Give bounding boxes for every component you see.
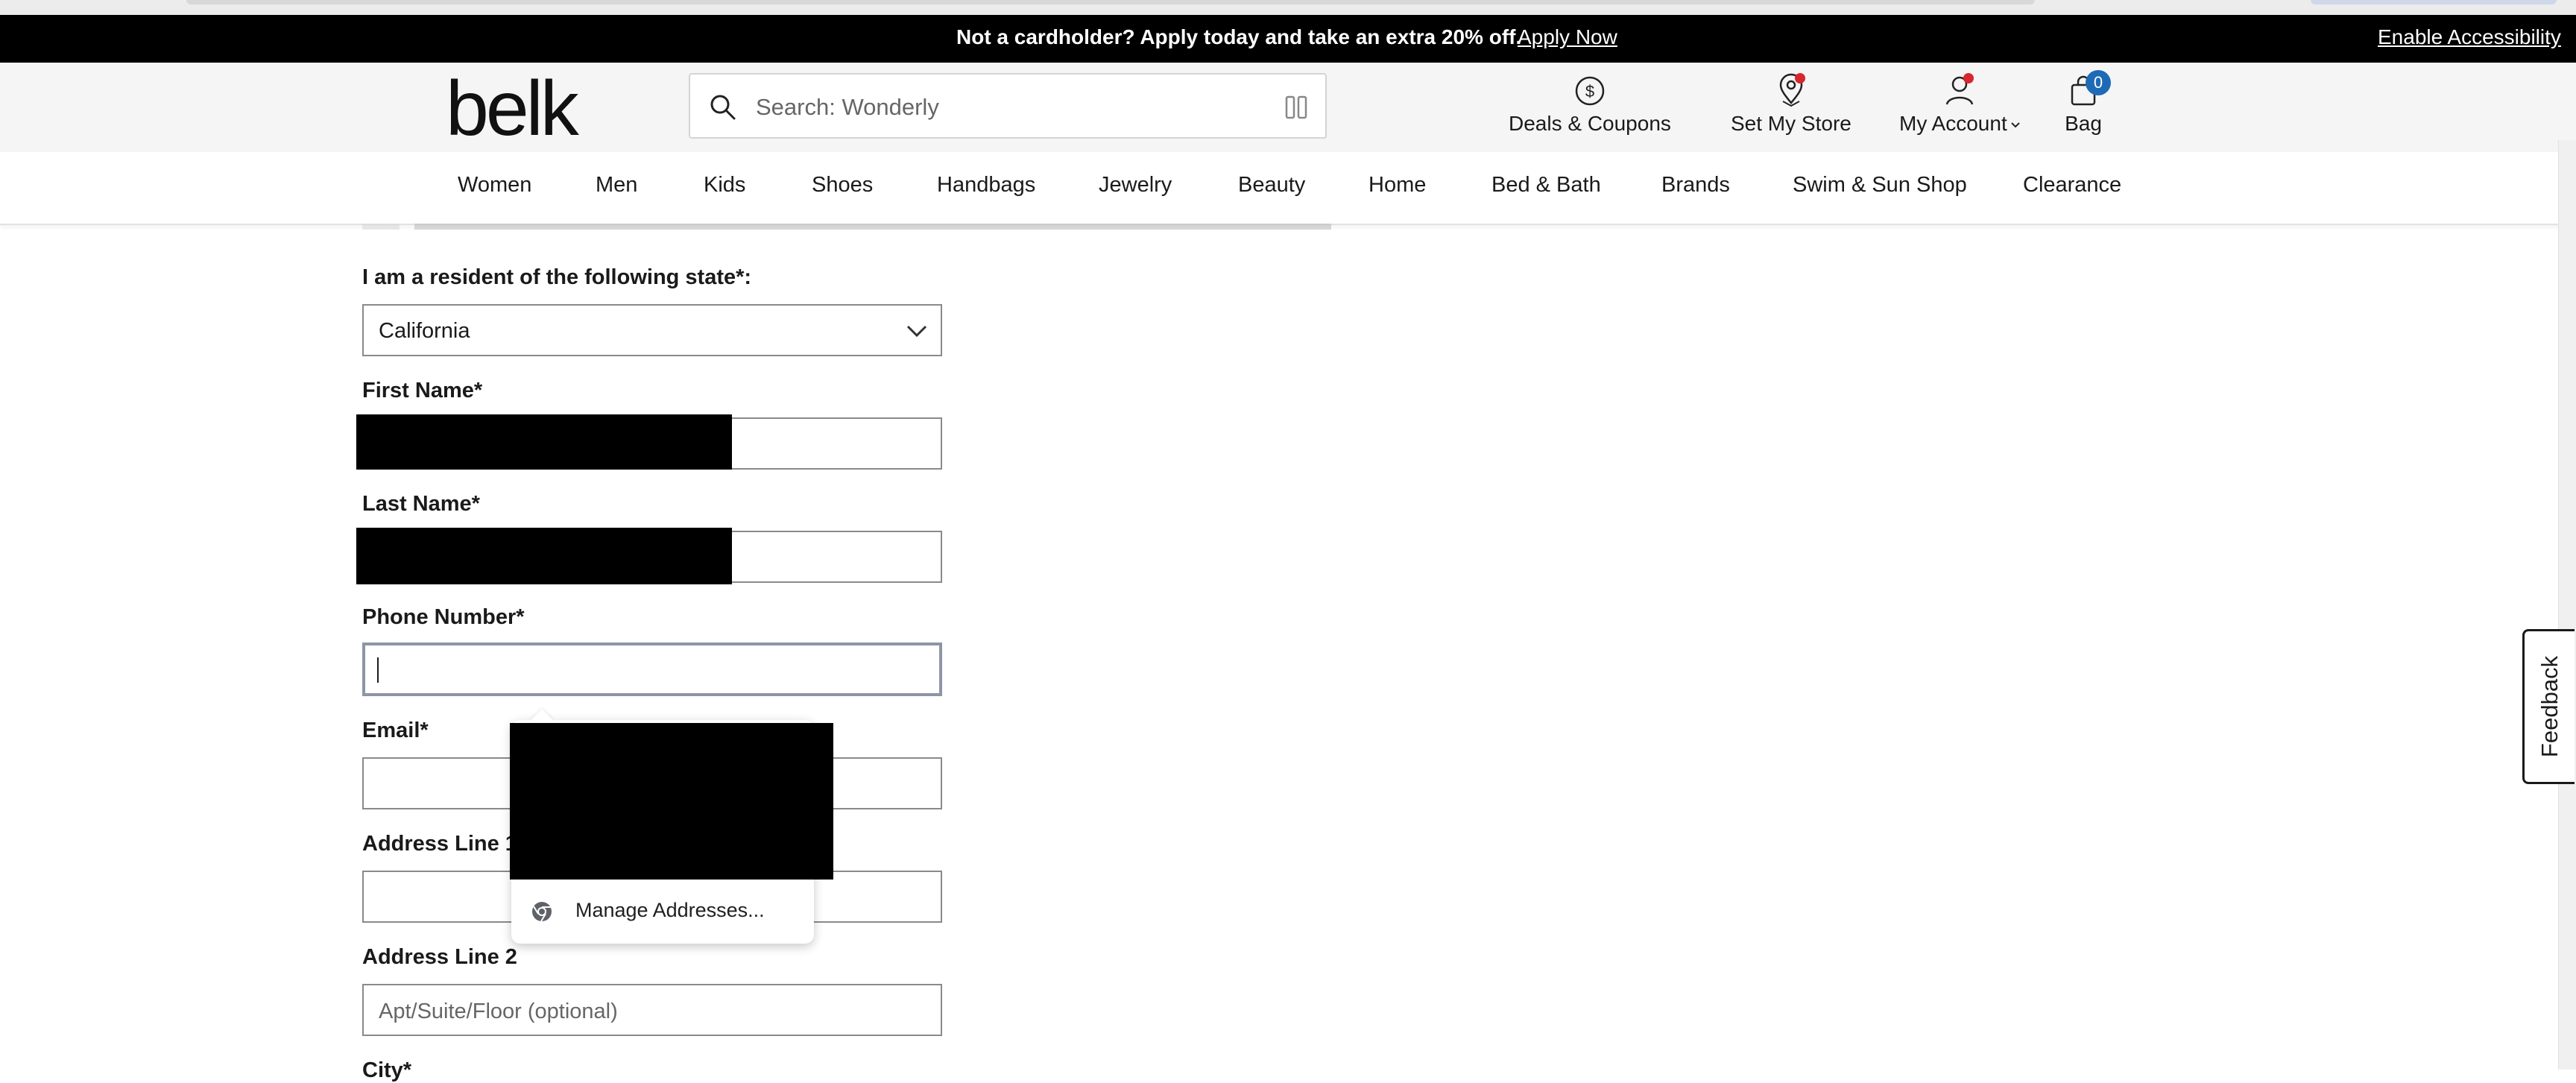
state-label: I am a resident of the following state*: (362, 265, 752, 289)
set-my-store-link[interactable]: Set My Store (1731, 73, 1852, 136)
nav-swim-sun-shop[interactable]: Swim & Sun Shop (1793, 173, 1967, 198)
feedback-label: Feedback (2536, 655, 2563, 758)
text-caret (377, 657, 379, 683)
barcode-scan-icon[interactable] (1284, 94, 1310, 121)
first-name-label: First Name* (362, 379, 483, 402)
store-label: Set My Store (1731, 112, 1852, 135)
dollar-coin-icon: $ (1575, 76, 1605, 106)
store-notification-dot (1794, 73, 1805, 83)
svg-text:$: $ (1585, 82, 1594, 101)
address-line-2-field[interactable] (362, 984, 942, 1036)
browser-button-remnant (2311, 0, 2557, 4)
feedback-tab[interactable]: Feedback (2522, 629, 2575, 784)
last-name-label: Last Name* (362, 492, 480, 516)
search-icon[interactable] (708, 92, 738, 122)
bag-label: Bag (2065, 112, 2102, 135)
chevron-down-icon (2011, 121, 2020, 128)
phone-label: Phone Number* (362, 605, 525, 629)
nav-kids[interactable]: Kids (704, 173, 745, 198)
nav-beauty[interactable]: Beauty (1238, 173, 1305, 198)
phone-number-input[interactable] (383, 653, 908, 690)
nav-bed-bath[interactable]: Bed & Bath (1491, 173, 1601, 198)
account-label: My Account (1899, 112, 2007, 135)
address2-label: Address Line 2 (362, 945, 517, 969)
cut-off-consent-text (362, 224, 1331, 230)
manage-addresses-label: Manage Addresses... (575, 899, 765, 921)
search-bar[interactable] (689, 73, 1327, 139)
nav-home[interactable]: Home (1368, 173, 1426, 198)
nav-brands[interactable]: Brands (1661, 173, 1730, 198)
address-line-2-input[interactable] (377, 993, 902, 1030)
apply-now-link[interactable]: Apply Now (1518, 25, 1617, 49)
bag-count-badge: 0 (2086, 70, 2111, 95)
chrome-icon (532, 902, 552, 922)
site-header: belk $ Deals & Coupons (0, 63, 2576, 152)
address1-label: Address Line 1* (362, 832, 526, 856)
autofill-suggestion-popup: Manage Addresses... (510, 709, 833, 944)
nav-shoes[interactable]: Shoes (812, 173, 873, 198)
state-select-value: California (379, 319, 470, 343)
nav-men[interactable]: Men (596, 173, 637, 198)
page-scrollbar[interactable] (2558, 140, 2576, 1070)
chevron-down-icon (906, 325, 927, 338)
promo-bar: Not a cardholder? Apply today and take a… (0, 15, 2576, 63)
main-navigation: Women Men Kids Shoes Handbags Jewelry Be… (0, 152, 2576, 225)
redacted-autofill-suggestion[interactable] (510, 723, 833, 880)
browser-address-bar-remnant (186, 0, 2035, 4)
redacted-first-name (356, 414, 732, 470)
nav-handbags[interactable]: Handbags (937, 173, 1035, 198)
nav-jewelry[interactable]: Jewelry (1099, 173, 1172, 198)
search-input[interactable] (754, 86, 1205, 128)
enable-accessibility-link[interactable]: Enable Accessibility (2378, 25, 2561, 49)
phone-number-field[interactable] (362, 642, 942, 696)
belk-logo[interactable]: belk (446, 70, 579, 148)
city-label: City* (362, 1058, 412, 1082)
promo-text: Not a cardholder? Apply today and take a… (956, 25, 1522, 48)
bag-link[interactable]: 0 Bag (2065, 70, 2111, 136)
email-label: Email* (362, 719, 429, 742)
browser-top-strip (0, 0, 2576, 15)
state-select[interactable]: California (362, 304, 942, 356)
nav-women[interactable]: Women (458, 173, 531, 198)
deals-coupons-link[interactable]: $ Deals & Coupons (1509, 73, 1671, 136)
redacted-last-name (356, 528, 732, 584)
my-account-link[interactable]: My Account (1899, 73, 2021, 136)
nav-clearance[interactable]: Clearance (2023, 173, 2121, 198)
deals-label: Deals & Coupons (1509, 112, 1671, 135)
